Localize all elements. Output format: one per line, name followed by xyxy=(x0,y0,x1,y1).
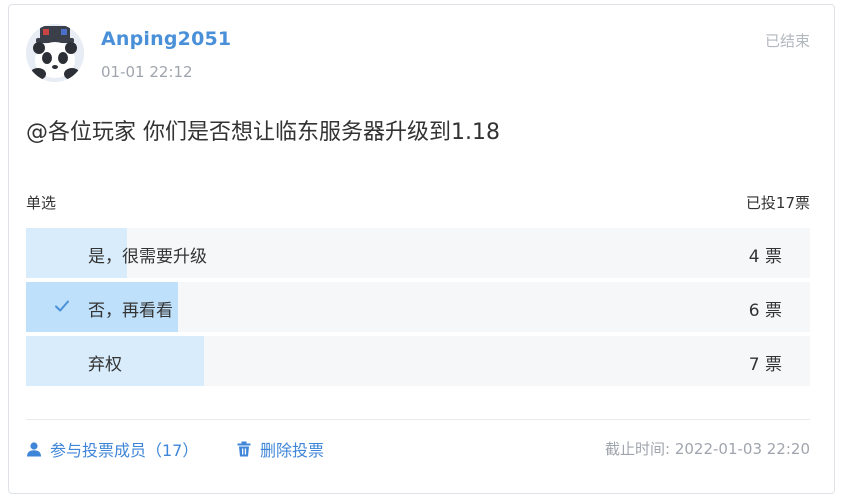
panda-avatar-icon xyxy=(26,24,84,82)
voters-link-label: 参与投票成员（17） xyxy=(50,441,199,460)
option-label: 弃权 xyxy=(88,355,122,375)
vote-type-label: 单选 xyxy=(26,194,57,212)
footer-divider xyxy=(26,419,810,420)
check-icon xyxy=(55,300,69,312)
status-badge: 已结束 xyxy=(764,32,810,50)
vote-total-label: 已投17票 xyxy=(745,194,810,212)
trash-icon xyxy=(237,441,251,457)
poll-question: @各位玩家 你们是否想让临东服务器升级到1.18 xyxy=(26,120,500,145)
option-vote-count: 4 票 xyxy=(748,247,782,267)
poll-option-yes[interactable]: 是，很需要升级 4 票 xyxy=(26,228,810,278)
deadline-text: 截止时间: 2022-01-03 22:20 xyxy=(605,440,810,458)
option-label: 否，再看看 xyxy=(88,301,173,321)
author-name[interactable]: Anping2051 xyxy=(101,28,231,50)
option-vote-count: 7 票 xyxy=(748,355,782,375)
delete-poll-link[interactable]: 删除投票 xyxy=(236,437,324,461)
poll-option-no[interactable]: 否，再看看 6 票 xyxy=(26,282,810,332)
delete-poll-label: 删除投票 xyxy=(260,441,325,460)
option-vote-count: 6 票 xyxy=(748,301,782,321)
option-label: 是，很需要升级 xyxy=(88,247,207,267)
post-time: 01-01 22:12 xyxy=(101,63,193,81)
user-icon xyxy=(27,442,41,457)
author-avatar[interactable] xyxy=(26,24,84,82)
voters-link[interactable]: 参与投票成员（17） xyxy=(26,437,198,461)
poll-option-abstain[interactable]: 弃权 7 票 xyxy=(26,336,810,386)
